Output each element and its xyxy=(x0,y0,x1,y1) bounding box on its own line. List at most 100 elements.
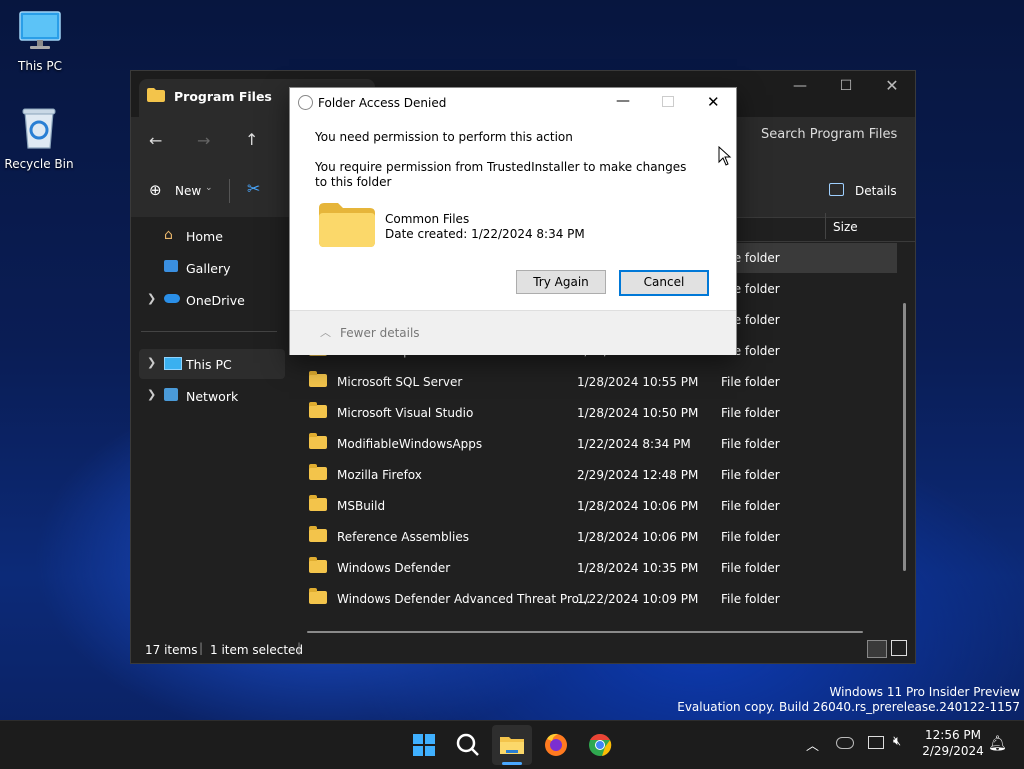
separator xyxy=(229,179,230,203)
sidebar-item-onedrive[interactable]: ❯ OneDrive xyxy=(139,285,285,315)
chevron-up-icon[interactable]: ︿ xyxy=(806,735,819,754)
table-row[interactable]: MSBuild 1/28/2024 10:06 PM File folder xyxy=(299,491,879,521)
chevron-right-icon[interactable]: ❯ xyxy=(147,292,156,305)
watermark-line: Evaluation copy. Build 26040.rs_prerelea… xyxy=(677,700,1020,714)
file-name: ModifiableWindowsApps xyxy=(337,437,483,451)
item-name: Common Files xyxy=(385,212,470,226)
details-button[interactable]: Details xyxy=(821,179,901,205)
clock-date: 2/29/2024 xyxy=(922,744,984,758)
navigation-pane: ⌂ Home Gallery ❯ OneDrive ❯ This PC ❯ Ne… xyxy=(131,217,289,633)
up-button[interactable]: ↑ xyxy=(245,130,258,149)
new-button[interactable]: ⊕ New ⌄ xyxy=(143,177,215,205)
notification-bell-icon[interactable]: 🔔︎ xyxy=(988,734,1007,752)
close-icon: ✕ xyxy=(707,93,720,111)
clock-time: 12:56 PM xyxy=(925,728,981,742)
home-icon: ⌂ xyxy=(164,227,173,243)
cut-button[interactable]: ✂ xyxy=(247,179,260,198)
dialog-title-bar: Folder Access Denied — ✕ xyxy=(290,88,736,118)
network-status-icon[interactable] xyxy=(868,736,884,749)
file-name: Microsoft Visual Studio xyxy=(337,406,474,420)
start-icon xyxy=(413,734,435,756)
folder-icon xyxy=(309,557,327,573)
vertical-scrollbar[interactable] xyxy=(903,303,906,571)
file-name: Windows Defender Advanced Threat Pro... xyxy=(337,592,591,606)
try-again-button[interactable]: Try Again xyxy=(516,270,606,294)
dialog-message: You require permission from TrustedInsta… xyxy=(315,160,687,189)
clock[interactable]: 12:56 PM 2/29/2024 xyxy=(918,727,988,759)
maximize-button[interactable]: ☐ xyxy=(823,71,869,101)
table-row[interactable]: Windows Defender 1/28/2024 10:35 PM File… xyxy=(299,553,879,583)
folder-icon xyxy=(309,402,327,418)
search-placeholder: Search Program Files xyxy=(761,127,898,142)
file-name: Windows Defender xyxy=(337,561,451,575)
table-row[interactable]: Windows Defender Advanced Threat Pro... … xyxy=(299,584,879,614)
desktop-icon-label: Recycle Bin xyxy=(4,157,74,171)
desktop-icon-recycle-bin[interactable]: Recycle Bin xyxy=(0,106,79,171)
selection-count: 1 item selected xyxy=(210,643,304,657)
file-date: 1/28/2024 10:35 PM xyxy=(577,561,699,575)
speaker-muted-icon[interactable]: 🔇︎ xyxy=(893,734,901,749)
details-view-icon[interactable] xyxy=(867,640,887,658)
taskbar-firefox[interactable] xyxy=(536,725,576,765)
search-input[interactable]: Search Program Files xyxy=(741,119,913,151)
back-button[interactable]: ← xyxy=(149,131,162,150)
search-icon xyxy=(456,733,479,756)
dialog-body: You need permission to perform this acti… xyxy=(290,118,736,310)
folder-icon xyxy=(309,371,327,387)
active-indicator xyxy=(502,762,522,765)
folder-icon xyxy=(309,588,327,604)
gallery-icon xyxy=(164,260,178,272)
details-pane-icon xyxy=(829,183,844,196)
taskbar-chrome[interactable] xyxy=(580,725,620,765)
desktop-icon-this-pc[interactable]: This PC xyxy=(0,10,80,73)
onedrive-offline-icon[interactable] xyxy=(836,737,854,749)
file-type: File folder xyxy=(721,468,780,482)
maximize-button xyxy=(662,96,674,107)
minimize-button[interactable]: — xyxy=(777,71,823,101)
plus-circle-icon: ⊕ xyxy=(149,181,162,199)
file-date: 1/28/2024 10:06 PM xyxy=(577,530,699,544)
chevron-right-icon[interactable]: ❯ xyxy=(147,388,156,401)
separator: | xyxy=(199,641,204,655)
chevron-down-icon: ⌄ xyxy=(205,183,213,193)
maximize-icon: ☐ xyxy=(839,78,853,94)
sidebar-item-home[interactable]: ⌂ Home xyxy=(139,221,285,251)
close-button[interactable]: ✕ xyxy=(869,71,915,101)
cancel-button[interactable]: Cancel xyxy=(619,270,709,296)
fewer-details-link[interactable]: Fewer details xyxy=(340,326,420,340)
folder-icon xyxy=(319,203,375,247)
table-row[interactable]: Mozilla Firefox 2/29/2024 12:48 PM File … xyxy=(299,460,879,490)
separator: | xyxy=(297,641,302,655)
monitor-icon xyxy=(19,11,61,49)
chevron-up-icon[interactable]: ︿ xyxy=(320,324,331,340)
folder-icon xyxy=(309,464,327,480)
forward-button[interactable]: → xyxy=(197,131,210,150)
file-name: MSBuild xyxy=(337,499,386,513)
minimize-icon: — xyxy=(616,93,630,109)
scissors-icon: ✂ xyxy=(247,179,261,198)
column-header-size[interactable]: Size xyxy=(833,220,858,234)
start-button[interactable] xyxy=(404,725,444,765)
arrow-up-icon: ↑ xyxy=(245,130,259,149)
table-row[interactable]: Microsoft SQL Server 1/28/2024 10:55 PM … xyxy=(299,367,879,397)
table-row[interactable]: Microsoft Visual Studio 1/28/2024 10:50 … xyxy=(299,398,879,428)
table-row[interactable]: Reference Assemblies 1/28/2024 10:06 PM … xyxy=(299,522,879,552)
tiles-view-icon[interactable] xyxy=(891,640,907,656)
sidebar-item-gallery[interactable]: Gallery xyxy=(139,253,285,283)
this-pc-icon xyxy=(164,357,182,370)
table-row[interactable]: ModifiableWindowsApps 1/22/2024 8:34 PM … xyxy=(299,429,879,459)
dialog-heading: You need permission to perform this acti… xyxy=(315,130,573,144)
search-button[interactable] xyxy=(448,725,488,765)
file-date: 1/22/2024 8:34 PM xyxy=(577,437,691,451)
file-date: 2/29/2024 12:48 PM xyxy=(577,468,699,482)
dialog-footer: ︿ Fewer details xyxy=(290,310,736,355)
desktop-icon-label: This PC xyxy=(18,59,62,73)
taskbar-file-explorer[interactable] xyxy=(492,725,532,765)
minimize-button[interactable]: — xyxy=(616,93,630,109)
sidebar-item-network[interactable]: ❯ Network xyxy=(139,381,285,411)
close-icon: ✕ xyxy=(885,76,899,95)
sidebar-item-this-pc[interactable]: ❯ This PC xyxy=(139,349,285,379)
tab-title: Program Files xyxy=(174,89,272,104)
close-button[interactable]: ✕ xyxy=(707,93,720,111)
chevron-right-icon[interactable]: ❯ xyxy=(147,356,156,369)
